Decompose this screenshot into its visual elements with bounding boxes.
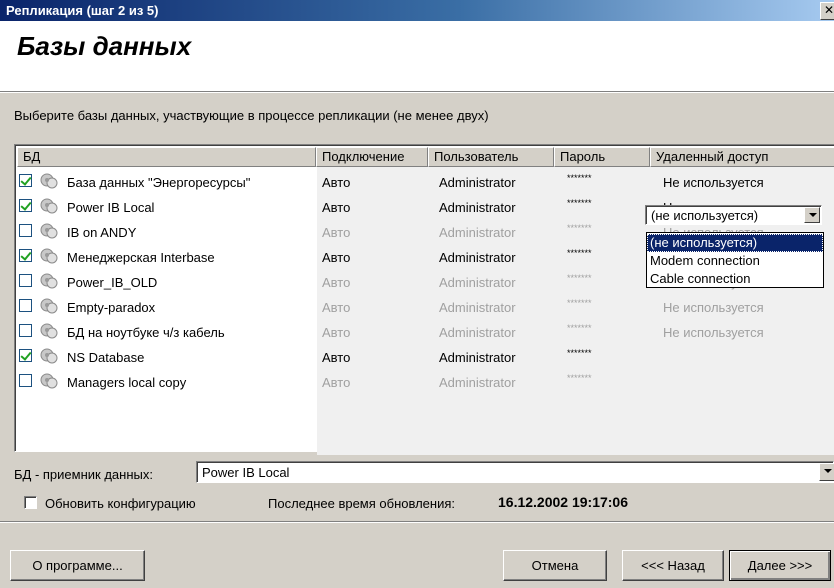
database-icon: [39, 172, 59, 190]
database-icon: [39, 222, 59, 240]
footer-divider-highlight: [0, 522, 834, 523]
row-checkbox[interactable]: [19, 274, 32, 287]
table-row[interactable]: NS Database Авто Administrator *******: [15, 344, 834, 369]
column-header-remote[interactable]: Удаленный доступ: [650, 147, 834, 167]
db-password: *******: [567, 198, 592, 208]
database-icon: [39, 297, 59, 315]
db-connection: Авто: [322, 225, 351, 240]
db-connection: Авто: [322, 175, 351, 190]
remote-access-combo-value: (не используется): [651, 208, 759, 223]
db-user: Administrator: [439, 350, 516, 365]
table-row[interactable]: Managers local copy Авто Administrator ****…: [15, 369, 834, 394]
db-connection: Авто: [322, 250, 351, 265]
db-name: Power_IB_OLD: [67, 275, 158, 290]
db-name: База данных "Энергоресурсы": [67, 175, 251, 190]
database-icon: [39, 322, 59, 340]
row-checkbox[interactable]: [19, 324, 32, 337]
window-title: Репликация (шаг 2 из 5): [6, 3, 159, 18]
column-header-user[interactable]: Пользователь: [428, 147, 554, 167]
db-user: Administrator: [439, 375, 516, 390]
update-config-label[interactable]: Обновить конфигурацию: [45, 496, 196, 511]
table-row[interactable]: Empty-paradox Авто Administrator ******* Не …: [15, 294, 834, 319]
row-checkbox[interactable]: [19, 349, 32, 362]
remote-access-dropdown: (не используется) Modem connection Cable…: [646, 232, 824, 288]
db-name: NS Database: [67, 350, 145, 365]
header-divider: [0, 92, 834, 93]
database-icon: [39, 272, 59, 290]
page-title: Базы данных: [17, 31, 192, 61]
db-connection: Авто: [322, 275, 351, 290]
db-remote-access[interactable]: Не используется: [663, 325, 764, 340]
db-user: Administrator: [439, 300, 516, 315]
close-button[interactable]: ✕: [820, 2, 834, 20]
db-user: Administrator: [439, 325, 516, 340]
db-password: *******: [567, 173, 592, 183]
column-header-password[interactable]: Пароль: [554, 147, 650, 167]
db-password: *******: [567, 298, 592, 308]
receiver-select[interactable]: Power IB Local: [196, 461, 834, 483]
header-panel: Базы данных: [0, 21, 834, 92]
db-user: Administrator: [439, 275, 516, 290]
db-name: Power IB Local: [67, 200, 155, 215]
row-checkbox[interactable]: [19, 299, 32, 312]
next-button[interactable]: Далее >>>: [729, 550, 831, 581]
db-password: *******: [567, 223, 592, 233]
db-name: БД на ноутбуке ч/з кабель: [67, 325, 225, 340]
column-header-db[interactable]: БД: [17, 147, 316, 167]
column-header-connection[interactable]: Подключение: [316, 147, 428, 167]
db-password: *******: [567, 348, 592, 358]
db-connection: Авто: [322, 325, 351, 340]
remote-access-combo[interactable]: (не используется): [645, 205, 822, 225]
db-password: *******: [567, 248, 592, 258]
chevron-down-icon[interactable]: [804, 207, 820, 223]
db-name: Empty-paradox: [67, 300, 156, 315]
back-button[interactable]: <<< Назад: [622, 550, 724, 581]
db-password: *******: [567, 323, 592, 333]
row-checkbox[interactable]: [19, 224, 32, 237]
db-remote-access[interactable]: Не используется: [663, 300, 764, 315]
chevron-down-icon[interactable]: [819, 463, 834, 481]
db-user: Administrator: [439, 200, 516, 215]
last-update-value: 16.12.2002 19:17:06: [498, 494, 628, 510]
db-remote-access[interactable]: Не используется: [663, 175, 764, 190]
cancel-button[interactable]: Отмена: [503, 550, 607, 581]
title-bar: Репликация (шаг 2 из 5) ✕: [0, 0, 834, 21]
db-name: Managers local copy: [67, 375, 187, 390]
update-config-checkbox[interactable]: [24, 496, 37, 509]
db-connection: Авто: [322, 375, 351, 390]
last-update-label: Последнее время обновления:: [268, 496, 455, 511]
about-button[interactable]: О программе...: [10, 550, 145, 581]
database-icon: [39, 197, 59, 215]
dropdown-option[interactable]: Modem connection: [647, 252, 823, 270]
receiver-label: БД - приемник данных:: [14, 467, 153, 482]
db-user: Administrator: [439, 175, 516, 190]
db-user: Administrator: [439, 225, 516, 240]
db-password: *******: [567, 373, 592, 383]
db-name: IB on ANDY: [67, 225, 137, 240]
database-icon: [39, 247, 59, 265]
row-checkbox[interactable]: [19, 174, 32, 187]
table-row[interactable]: База данных "Энергоресурсы" Авто Administr…: [15, 169, 834, 194]
row-checkbox[interactable]: [19, 199, 32, 212]
dropdown-option[interactable]: Cable connection: [647, 270, 823, 288]
db-name: Менеджерская Interbase: [67, 250, 215, 265]
row-checkbox[interactable]: [19, 374, 32, 387]
db-user: Administrator: [439, 250, 516, 265]
database-icon: [39, 372, 59, 390]
db-password: *******: [567, 273, 592, 283]
row-checkbox[interactable]: [19, 249, 32, 262]
receiver-value: Power IB Local: [202, 465, 290, 480]
db-connection: Авто: [322, 350, 351, 365]
instruction-text: Выберите базы данных, участвующие в проц…: [14, 108, 489, 123]
database-icon: [39, 347, 59, 365]
dropdown-option[interactable]: (не используется): [647, 234, 823, 252]
db-connection: Авто: [322, 300, 351, 315]
table-row[interactable]: БД на ноутбуке ч/з кабель Авто Administrat…: [15, 319, 834, 344]
db-connection: Авто: [322, 200, 351, 215]
database-list[interactable]: БД Подключение Пользователь Пароль Удале…: [14, 144, 834, 455]
